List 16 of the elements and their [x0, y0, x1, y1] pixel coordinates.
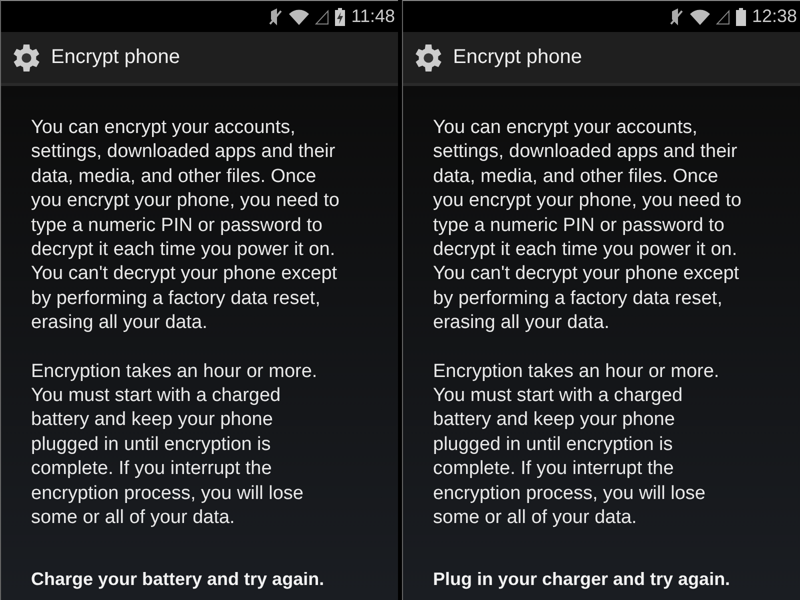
mute-icon [269, 8, 284, 26]
description-text: You can encrypt your accounts, settings, downloaded apps and their data, media, and other files. Once you encrypt your phone, you need to type a numeric PIN or password to decrypt it each time you power it on. You can't decrypt your phone except by performing a factory data reset, erasing all your data. [31, 116, 340, 336]
clock-time: 11:48 [351, 6, 395, 27]
warning-message: Plug in your charger and try again. [433, 568, 732, 590]
signal-icon [716, 8, 730, 24]
mute-icon [670, 8, 684, 26]
warning-message: Charge your battery and try again. [31, 568, 326, 590]
signal-icon [315, 8, 330, 24]
clock-time: 12:38 [752, 6, 797, 27]
wifi-icon [690, 8, 710, 24]
description-text: You can encrypt your accounts, settings, downloaded apps and their data, media, and other files. Once you encrypt your phone, you need to type a numeric PIN or password to decrypt it each time you power it on. You can't decrypt your phone except by performing a factory data reset, erasing all your data. [433, 116, 742, 336]
wifi-icon [289, 8, 310, 24]
screen-title: Encrypt phone [453, 46, 582, 69]
screen-title: Encrypt phone [51, 46, 180, 69]
description-text: Encryption takes an hour or more. You must start with a charged battery and keep your phone plugged in until encryption is complete. If you interrupt the encryption process, you will lose some or all of your data. [31, 360, 318, 530]
description-text: Encryption takes an hour or more. You must start with a charged battery and keep your phone plugged in until encryption is complete. If you interrupt the encryption process, you will lose some or all of your data. [433, 360, 720, 530]
